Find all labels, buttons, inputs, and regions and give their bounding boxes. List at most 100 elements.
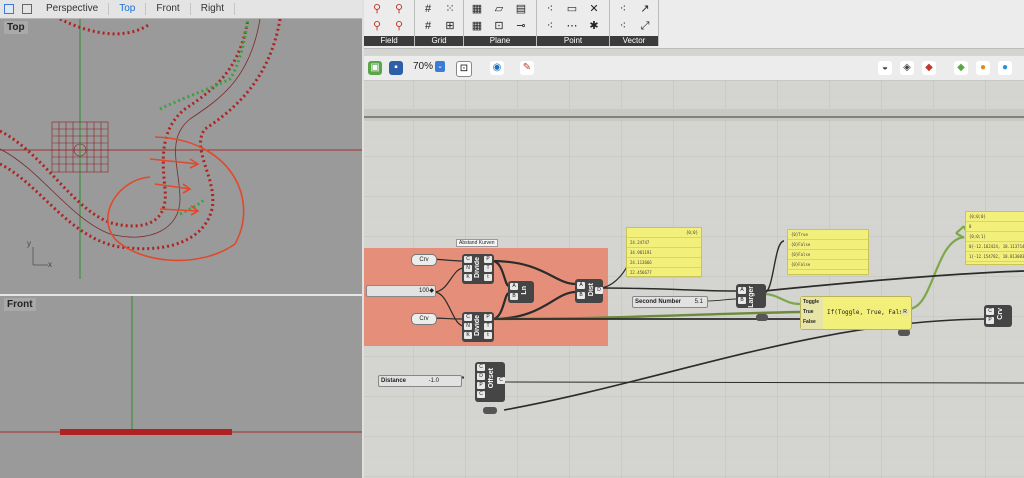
point-icon[interactable]: ⋯ [565,19,579,33]
front-viewport[interactable]: Front [0,296,362,478]
grid-icon[interactable]: ⁙ [443,2,457,16]
vector-icon[interactable]: ⤢ [638,19,652,33]
single-viewport-icon[interactable] [4,4,14,14]
port-c[interactable]: C [477,364,485,371]
eye-icon[interactable]: ◉ [490,61,504,75]
point-icon[interactable]: ✕ [587,2,601,16]
zoom-extents-icon[interactable]: ⊡ [456,61,472,77]
port-a[interactable]: A [510,283,518,290]
toolbar-group-label[interactable]: Vector [610,36,658,46]
port-p[interactable]: P [477,382,485,389]
toolbar-group-label[interactable]: Point [537,36,609,46]
toolbar-group-label[interactable]: Grid [415,36,463,46]
toolbar-group-label[interactable]: Plane [464,36,536,46]
divide-component-2[interactable]: C N K Divide P T t [462,312,494,342]
port-c[interactable]: C [986,308,994,315]
plane-icon[interactable]: ▦ [470,19,484,33]
plane-icon[interactable]: ▱ [492,2,506,16]
port-b[interactable]: B [738,297,746,304]
tab-right[interactable]: Right [191,3,236,15]
port-p[interactable]: P [484,314,492,321]
tab-top[interactable]: Top [109,3,147,15]
magnet-icon[interactable]: ⚲ [370,19,384,33]
point-icon[interactable]: ⁖ [543,19,557,33]
expr-input-toggle[interactable]: Toggle [803,299,819,305]
port-p[interactable]: P [484,256,492,263]
toolbar-group-label[interactable]: Field [364,36,414,46]
vector-icon[interactable]: ⁖ [616,19,630,33]
port-t[interactable]: t [484,332,492,339]
port-t[interactable]: t [484,274,492,281]
render-icon[interactable]: ● [976,61,990,75]
open-file-icon[interactable]: ▣ [368,61,382,75]
panel-1[interactable]: {0;0} 24.24747 34.981191 24.113666 22.45… [626,227,702,278]
port-b[interactable]: B [577,292,585,299]
port-t[interactable]: T [484,265,492,272]
crv-param-2[interactable]: Crv [411,313,437,325]
panel-2[interactable]: {0}True {0}False {0}False {0}False [787,229,869,275]
distance-slider[interactable]: Distance -1.0 [378,375,462,387]
plane-icon[interactable]: ⊸ [514,19,528,33]
port-c[interactable]: C [464,256,472,263]
second-number-slider[interactable]: Second Number 5.1 [632,296,708,308]
port-c[interactable]: C [497,377,505,384]
crv-param-1[interactable]: Crv [411,254,437,266]
port-k[interactable]: K [464,274,472,281]
number-slider[interactable]: 100 ◆ [366,285,436,297]
vector-icon[interactable]: ⁖ [616,2,630,16]
tab-front[interactable]: Front [146,3,191,15]
zoom-level[interactable]: 70% [413,61,433,72]
sphere-icon[interactable]: ● [998,61,1012,75]
plane-icon[interactable]: ▤ [514,2,528,16]
port-d[interactable]: D [595,287,603,294]
vector-icon[interactable]: ↗ [638,2,652,16]
port-d[interactable]: D [477,373,485,380]
top-viewport[interactable]: Top y x [0,19,362,294]
sketch-icon[interactable]: ✎ [520,61,534,75]
panel-3[interactable]: {0;0;0} 0 {0;0;1} 0{-12.162424, 18.11371… [965,211,1024,265]
magnet-icon[interactable]: ⚲ [370,2,384,16]
shaded-icon[interactable]: ◆ [922,61,936,75]
plane-icon[interactable]: ▦ [470,2,484,16]
expression-component[interactable]: Toggle True False If(Toggle, True, False… [800,296,912,330]
save-icon[interactable]: ▪ [389,61,403,75]
line-component[interactable]: A B Ln [508,281,534,303]
divide-component-1[interactable]: C N K Divide P T t [462,254,494,284]
preview-mode-icon[interactable]: ◒ [878,61,892,75]
layout-viewport-icon[interactable] [22,4,32,14]
magnet-icon[interactable]: ⚲ [392,2,406,16]
zoom-dropdown-icon[interactable]: ⌄ [435,61,445,72]
port-t[interactable]: T [484,323,492,330]
point-icon[interactable]: ⁖ [543,2,557,16]
expr-input-true[interactable]: True [803,309,814,315]
port-c[interactable]: C [464,314,472,321]
larger-component[interactable]: A B Larger [736,284,766,308]
port-n[interactable]: N [464,265,472,272]
port-b[interactable]: B [510,293,518,300]
top-viewport-label[interactable]: Top [4,21,28,34]
plane-icon[interactable]: ⊡ [492,19,506,33]
point-icon[interactable]: ✱ [587,19,601,33]
wireframe-icon[interactable]: ◈ [900,61,914,75]
grasshopper-canvas[interactable]: Crv Crv 100 ◆ Abstand Kurven C N K Divid… [364,81,1024,478]
slider-grip-icon[interactable]: ◆ [429,286,434,296]
curve-output-component[interactable]: C P Crv [984,305,1012,327]
port-r[interactable]: R [901,309,909,316]
tab-perspective[interactable]: Perspective [36,3,110,15]
expr-input-false[interactable]: False [803,319,816,325]
port-k[interactable]: K [464,332,472,339]
grid-icon[interactable]: # [421,19,435,33]
port-a[interactable]: A [738,287,746,294]
magnet-icon[interactable]: ⚲ [392,19,406,33]
port-p[interactable]: P [986,317,994,324]
grid-icon[interactable]: ⊞ [443,19,457,33]
offset-component[interactable]: C D P C Offset C [475,362,505,402]
bake-icon[interactable]: ◆ [954,61,968,75]
port-n[interactable]: N [464,323,472,330]
distance-component[interactable]: A B Dist D [575,279,603,303]
port-c[interactable]: C [477,391,485,398]
point-icon[interactable]: ▭ [565,2,579,16]
port-a[interactable]: A [577,282,585,289]
front-viewport-label[interactable]: Front [4,298,36,311]
grid-icon[interactable]: # [421,2,435,16]
